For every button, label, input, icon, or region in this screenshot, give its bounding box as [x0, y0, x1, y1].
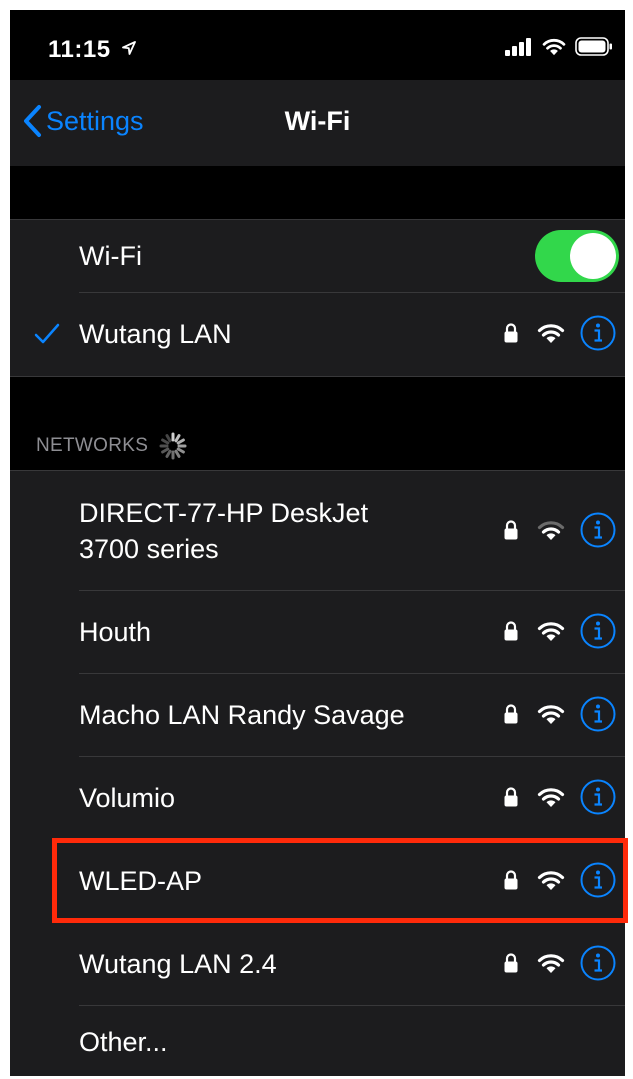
checkmark-icon: [34, 323, 60, 344]
wifi-icon: [537, 954, 565, 973]
network-icons: [503, 612, 617, 650]
navigation-bar: Settings Wi-Fi: [10, 80, 625, 166]
network-row[interactable]: Macho LAN Randy Savage: [10, 674, 625, 756]
lock-icon: [504, 621, 518, 641]
network-icons: [503, 944, 617, 982]
networks-section-header: NETWORKS: [36, 431, 188, 461]
connected-network-name: Wutang LAN: [79, 319, 232, 349]
page-title: Wi-Fi: [284, 106, 351, 136]
battery-icon: [575, 37, 612, 56]
info-icon[interactable]: [579, 778, 617, 816]
info-icon[interactable]: [579, 944, 617, 982]
network-name: Houth: [79, 617, 152, 647]
wifi-icon: [537, 622, 565, 641]
location-arrow-icon: [121, 41, 136, 55]
status-time: 11:15: [48, 36, 137, 64]
lock-icon: [504, 953, 518, 973]
network-row[interactable]: WLED-AP: [10, 840, 625, 922]
wifi-toggle-label: Wi-Fi: [79, 241, 142, 271]
network-name: Volumio: [79, 783, 176, 813]
toggle-knob: [570, 233, 616, 279]
status-icons: [505, 37, 613, 56]
network-icons: [503, 861, 617, 899]
lock-icon: [504, 520, 518, 540]
wifi-toggle-row: Wi-Fi: [10, 220, 625, 292]
lock-icon: [504, 870, 518, 890]
lock-icon: [504, 704, 518, 724]
other-network-label: Other...: [79, 1027, 168, 1057]
connected-network-icons: [503, 314, 617, 352]
other-network-row[interactable]: Other...: [10, 1006, 625, 1076]
network-name: Macho LAN Randy Savage: [79, 700, 405, 730]
wifi-settings-group: Wi-Fi Wutang LAN: [10, 219, 625, 377]
network-name-line2: 3700 series: [79, 534, 219, 564]
network-name-line1: DIRECT-77-HP DeskJet: [79, 498, 369, 528]
wifi-icon: [537, 521, 565, 540]
status-time-text: 11:15: [48, 36, 111, 63]
network-name: WLED-AP: [79, 866, 203, 896]
network-icons: [503, 778, 617, 816]
network-row[interactable]: Volumio: [10, 757, 625, 839]
network-icons: [503, 511, 617, 549]
wifi-icon: [542, 39, 566, 56]
connected-network-row[interactable]: Wutang LAN: [10, 293, 625, 376]
lock-icon: [504, 323, 518, 343]
info-icon[interactable]: [579, 314, 617, 352]
info-icon[interactable]: [579, 695, 617, 733]
activity-spinner-icon: [159, 432, 187, 460]
network-name: Wutang LAN 2.4: [79, 949, 277, 979]
wifi-icon: [537, 705, 565, 724]
network-row[interactable]: Houth: [10, 591, 625, 673]
networks-header-label: NETWORKS: [36, 435, 149, 456]
network-row[interactable]: Wutang LAN 2.4: [10, 923, 625, 1005]
info-icon[interactable]: [579, 861, 617, 899]
lock-icon: [504, 787, 518, 807]
wifi-toggle-switch[interactable]: [535, 230, 619, 282]
networks-list: DIRECT-77-HP DeskJet 3700 series Houth M…: [10, 470, 625, 1076]
info-icon[interactable]: [579, 511, 617, 549]
info-icon[interactable]: [579, 612, 617, 650]
phone-screen: 11:15 Settings Wi-Fi Wi-Fi Wutang LAN NE…: [10, 10, 625, 1076]
network-icons: [503, 695, 617, 733]
network-row[interactable]: DIRECT-77-HP DeskJet 3700 series: [10, 471, 625, 590]
cellular-signal-icon: [505, 37, 531, 56]
wifi-icon: [537, 788, 565, 807]
wifi-icon: [537, 324, 565, 343]
wifi-icon: [537, 871, 565, 890]
